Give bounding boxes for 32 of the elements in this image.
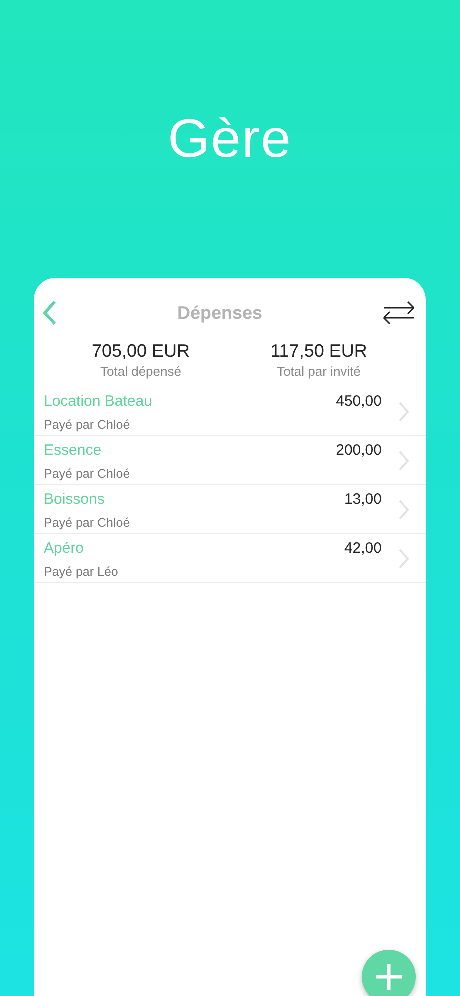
expense-payer: Payé par Chloé <box>44 418 132 434</box>
plus-icon <box>375 963 403 991</box>
back-button[interactable] <box>42 300 58 326</box>
chevron-icon <box>399 451 409 471</box>
expense-payer: Payé par Léo <box>44 565 120 581</box>
headline: Gère <box>168 108 292 170</box>
total-label: Total par invité <box>277 364 361 379</box>
expense-payer: Payé par Chloé <box>44 516 132 532</box>
expense-amount: 13,00 <box>344 491 382 510</box>
chevron-icon <box>399 500 409 520</box>
expense-row[interactable]: Essence 200,00 Payé par Chloé <box>34 436 426 485</box>
expense-name: Boissons <box>44 491 106 510</box>
expense-name: Location Bateau <box>44 393 154 412</box>
swap-arrows-icon <box>382 301 416 325</box>
expense-amount: 42,00 <box>344 540 382 559</box>
total-amount: 117,50 EUR <box>270 341 368 362</box>
chevron-icon <box>399 402 409 422</box>
expense-row[interactable]: Apéro 42,00 Payé par Léo <box>34 534 426 583</box>
swap-button[interactable] <box>382 301 416 325</box>
expense-amount: 450,00 <box>336 393 382 412</box>
chevron-icon <box>399 549 409 569</box>
total-label: Total dépensé <box>100 364 182 379</box>
expense-row[interactable]: Location Bateau 450,00 Payé par Chloé <box>34 387 426 436</box>
expense-amount: 200,00 <box>336 442 382 461</box>
add-button[interactable] <box>362 950 416 996</box>
expense-payer: Payé par Chloé <box>44 467 132 483</box>
expense-name: Essence <box>44 442 103 461</box>
expense-row[interactable]: Boissons 13,00 Payé par Chloé <box>34 485 426 534</box>
total-amount: 705,00 EUR <box>92 341 190 362</box>
expense-name: Apéro <box>44 540 86 559</box>
nav-title: Dépenses <box>177 302 263 324</box>
back-icon <box>42 300 58 326</box>
